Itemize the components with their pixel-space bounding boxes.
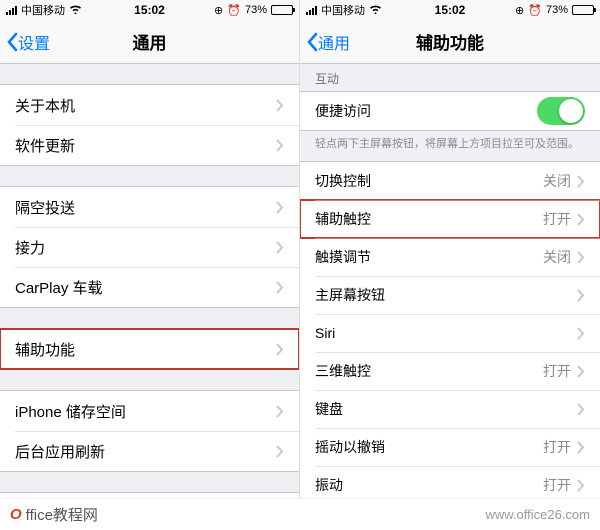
chevron-left-icon bbox=[306, 32, 318, 52]
chevron-right-icon bbox=[276, 201, 284, 214]
section-header-interact: 互动 bbox=[300, 64, 600, 91]
watermark-url: www.office26.com bbox=[485, 507, 590, 522]
cell-about[interactable]: 关于本机 bbox=[0, 85, 299, 125]
cell-accessibility[interactable]: 辅助功能 bbox=[0, 329, 299, 369]
cell-iphone-storage[interactable]: iPhone 储存空间 bbox=[0, 391, 299, 431]
chevron-right-icon bbox=[276, 139, 284, 152]
cell-home-button[interactable]: 主屏幕按钮 bbox=[300, 276, 600, 314]
cell-touch-accommodations[interactable]: 触摸调节 关闭 bbox=[300, 238, 600, 276]
phone-right-accessibility: 中国移动 15:02 ⊕ ⏰ 73% 通用 辅助功能 互动 bbox=[300, 0, 600, 498]
back-label: 设置 bbox=[18, 30, 50, 54]
chevron-right-icon bbox=[577, 213, 585, 226]
status-bar: 中国移动 15:02 ⊕ ⏰ 73% bbox=[300, 0, 600, 20]
cell-restrictions[interactable]: 访问限制 关闭 bbox=[0, 493, 299, 498]
cell-software-update[interactable]: 软件更新 bbox=[0, 125, 299, 165]
battery-pct: 73% bbox=[546, 4, 568, 16]
phone-left-general: 中国移动 15:02 ⊕ ⏰ 73% 设置 通用 关于本 bbox=[0, 0, 300, 498]
chevron-right-icon bbox=[577, 479, 585, 492]
alarm-icon: ⊕ bbox=[515, 4, 524, 17]
page-title: 通用 bbox=[133, 29, 167, 54]
back-label: 通用 bbox=[318, 30, 350, 54]
page-title: 辅助功能 bbox=[416, 29, 484, 54]
cell-vibration[interactable]: 振动 打开 bbox=[300, 466, 600, 498]
cell-assistive-touch[interactable]: 辅助触控 打开 bbox=[300, 200, 600, 238]
chevron-right-icon bbox=[276, 405, 284, 418]
chevron-right-icon bbox=[276, 343, 284, 356]
chevron-right-icon bbox=[276, 241, 284, 254]
wifi-icon bbox=[369, 4, 382, 17]
cell-keyboard[interactable]: 键盘 bbox=[300, 390, 600, 428]
chevron-right-icon bbox=[577, 403, 585, 416]
watermark-logo: Office教程网 bbox=[10, 504, 98, 525]
chevron-right-icon bbox=[276, 281, 284, 294]
chevron-left-icon bbox=[6, 32, 18, 52]
back-button[interactable]: 设置 bbox=[0, 30, 50, 54]
chevron-right-icon bbox=[577, 365, 585, 378]
battery-icon bbox=[271, 5, 293, 15]
cell-handoff[interactable]: 接力 bbox=[0, 227, 299, 267]
signal-icon bbox=[306, 6, 317, 15]
chevron-right-icon bbox=[577, 251, 585, 264]
cell-shake-undo[interactable]: 摇动以撤销 打开 bbox=[300, 428, 600, 466]
chevron-right-icon bbox=[276, 445, 284, 458]
alarm-clock-icon: ⏰ bbox=[227, 4, 241, 17]
status-time: 15:02 bbox=[134, 3, 165, 17]
status-time: 15:02 bbox=[435, 3, 466, 17]
cell-background-refresh[interactable]: 后台应用刷新 bbox=[0, 431, 299, 471]
chevron-right-icon bbox=[276, 99, 284, 112]
watermark-bar: Office教程网 www.office26.com bbox=[0, 498, 600, 530]
signal-icon bbox=[6, 6, 17, 15]
carrier-label: 中国移动 bbox=[321, 2, 365, 18]
cell-carplay[interactable]: CarPlay 车载 bbox=[0, 267, 299, 307]
reachability-note: 轻点两下主屏幕按钮，将屏幕上方项目拉至可及范围。 bbox=[300, 131, 600, 161]
chevron-right-icon bbox=[577, 441, 585, 454]
chevron-right-icon bbox=[577, 175, 585, 188]
nav-bar: 设置 通用 bbox=[0, 20, 299, 64]
cell-3d-touch[interactable]: 三维触控 打开 bbox=[300, 352, 600, 390]
chevron-right-icon bbox=[577, 289, 585, 302]
alarm-clock-icon: ⏰ bbox=[528, 4, 542, 17]
back-button[interactable]: 通用 bbox=[300, 30, 350, 54]
cell-switch-control[interactable]: 切换控制 关闭 bbox=[300, 162, 600, 200]
wifi-icon bbox=[69, 4, 82, 17]
cell-airdrop[interactable]: 隔空投送 bbox=[0, 187, 299, 227]
nav-bar: 通用 辅助功能 bbox=[300, 20, 600, 64]
toggle-on[interactable] bbox=[537, 97, 585, 125]
battery-pct: 73% bbox=[245, 4, 267, 16]
chevron-right-icon bbox=[577, 327, 585, 340]
carrier-label: 中国移动 bbox=[21, 2, 65, 18]
cell-siri[interactable]: Siri bbox=[300, 314, 600, 352]
status-bar: 中国移动 15:02 ⊕ ⏰ 73% bbox=[0, 0, 299, 20]
alarm-icon: ⊕ bbox=[214, 4, 223, 17]
cell-reachability[interactable]: 便捷访问 bbox=[300, 92, 600, 130]
battery-icon bbox=[572, 5, 594, 15]
